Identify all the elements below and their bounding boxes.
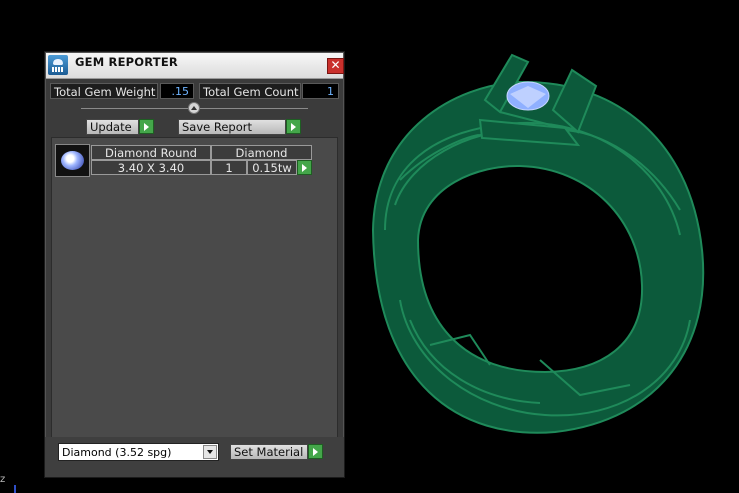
- gem-size-cell: 3.40 X 3.40: [91, 160, 211, 175]
- panel-title: GEM REPORTER: [75, 55, 178, 69]
- gem-reporter-icon: [48, 55, 68, 75]
- set-material-go-icon[interactable]: [308, 444, 323, 459]
- gem-material-cell: Diamond: [211, 145, 312, 160]
- save-report-button[interactable]: Save Report: [178, 119, 286, 135]
- update-button[interactable]: Update: [86, 119, 139, 135]
- update-go-icon[interactable]: [139, 119, 154, 134]
- total-gem-weight-label: Total Gem Weight: [50, 83, 158, 99]
- material-select[interactable]: Diamond (3.52 spg): [58, 443, 219, 461]
- material-bar: Diamond (3.52 spg) Set Material: [45, 437, 344, 477]
- save-report-label: Save Report: [182, 120, 253, 134]
- collapse-toggle-icon[interactable]: [188, 102, 200, 114]
- update-label: Update: [90, 120, 132, 134]
- gem-count-cell: 1: [211, 160, 247, 175]
- gem-shape-cell: Diamond Round: [91, 145, 211, 160]
- gem-reporter-panel: GEM REPORTER ✕ Total Gem Weight .15 Tota…: [44, 51, 345, 478]
- gem-weight-cell: 0.15tw: [247, 160, 297, 175]
- titlebar[interactable]: GEM REPORTER ✕: [46, 53, 344, 79]
- gem-row-go-icon[interactable]: [297, 160, 312, 175]
- close-icon: ✕: [330, 58, 341, 72]
- total-gem-weight-value: .15: [160, 83, 194, 99]
- set-material-button[interactable]: Set Material: [230, 444, 308, 460]
- material-select-value: Diamond (3.52 spg): [62, 446, 172, 459]
- gem-list: Diamond Round Diamond 3.40 X 3.40 1 0.15…: [51, 137, 338, 439]
- gem-thumbnail[interactable]: [55, 144, 90, 177]
- save-report-go-icon[interactable]: [286, 119, 301, 134]
- round-diamond-icon: [61, 151, 84, 170]
- close-button[interactable]: ✕: [327, 58, 344, 74]
- axis-indicator: [14, 485, 16, 493]
- axis-label: z: [0, 474, 6, 485]
- set-material-label: Set Material: [234, 445, 304, 459]
- chevron-down-icon[interactable]: [203, 445, 217, 459]
- total-gem-count-value: 1: [302, 83, 339, 99]
- total-gem-count-label: Total Gem Count: [199, 83, 301, 99]
